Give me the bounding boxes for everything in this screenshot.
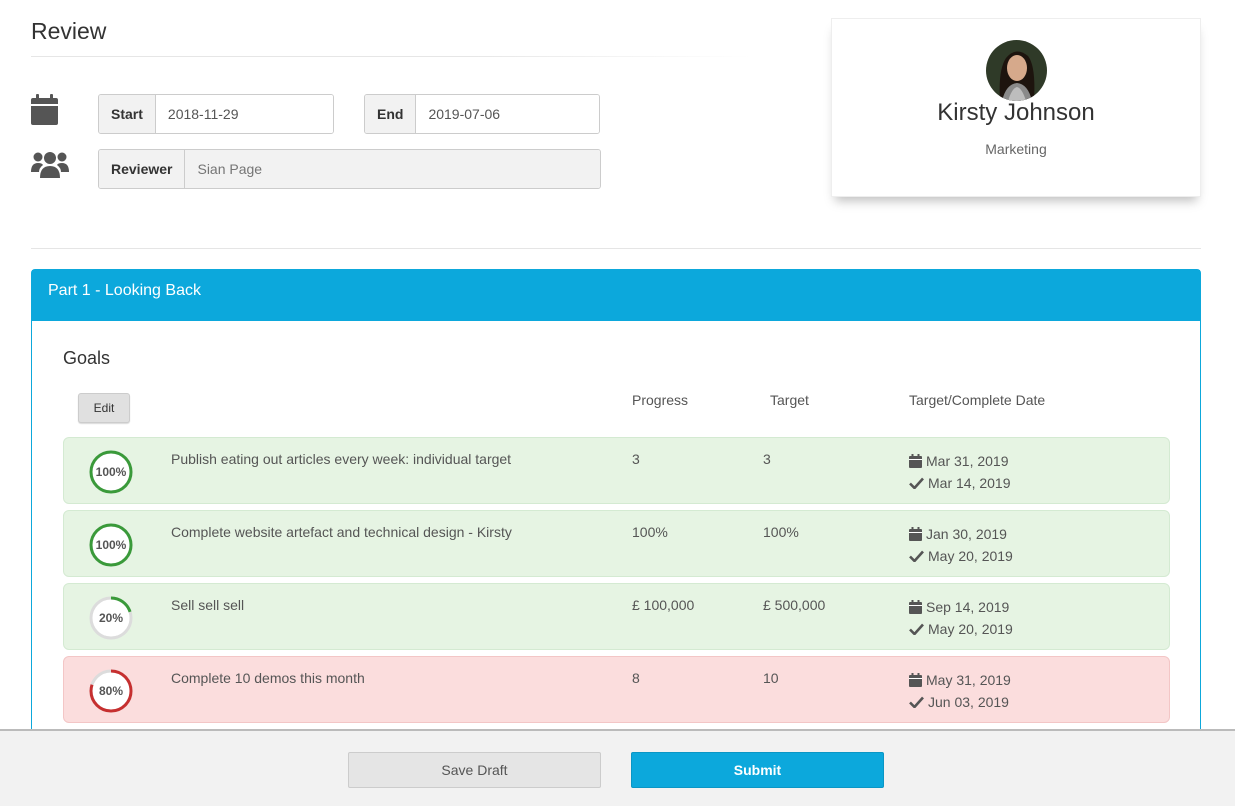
- target-date: Mar 31, 2019: [926, 453, 1009, 469]
- looking-back-panel: Part 1 - Looking Back Goals Edit Progres…: [31, 269, 1201, 806]
- goal-row[interactable]: 80% Complete 10 demos this month 8 10 May 31…: [63, 656, 1170, 723]
- progress-column-header: Progress: [632, 392, 689, 408]
- page-title: Review: [31, 18, 107, 44]
- date-column-header: Target/Complete Date: [909, 392, 1046, 408]
- progress-percent: 80%: [98, 684, 124, 698]
- section-divider: [31, 248, 1201, 249]
- progress-percent: 20%: [98, 611, 124, 625]
- end-label: End: [365, 95, 417, 133]
- goal-progress: 100%: [632, 524, 668, 540]
- goal-row[interactable]: 20% Sell sell sell £ 100,000 £ 500,000 Sep 1…: [63, 583, 1170, 650]
- goal-target: 3: [763, 451, 771, 467]
- goal-name: Publish eating out articles every week: …: [171, 451, 512, 467]
- complete-date: May 20, 2019: [928, 548, 1013, 564]
- complete-date: Mar 14, 2019: [928, 475, 1011, 491]
- goal-name: Complete website artefact and technical …: [171, 524, 512, 540]
- save-draft-button[interactable]: Save Draft: [348, 752, 601, 788]
- goal-progress: 3: [632, 451, 640, 467]
- avatar: [986, 40, 1047, 101]
- goal-target: 100%: [763, 524, 799, 540]
- calendar-icon: [909, 600, 922, 614]
- panel-title: Part 1 - Looking Back: [32, 270, 1200, 321]
- goal-name: Sell sell sell: [171, 597, 245, 613]
- check-icon: [909, 696, 924, 708]
- reviewer-label: Reviewer: [99, 150, 186, 188]
- complete-date: May 20, 2019: [928, 621, 1013, 637]
- goal-row[interactable]: 100% Complete website artefact and techni…: [63, 510, 1170, 577]
- goal-row[interactable]: 100% Publish eating out articles every we…: [63, 437, 1170, 504]
- progress-percent: 100%: [95, 538, 127, 552]
- target-column-header: Target: [770, 392, 809, 408]
- goal-dates: Sep 14, 2019 May 20, 2019: [909, 596, 1013, 640]
- calendar-icon: [909, 673, 922, 687]
- progress-percent: 100%: [95, 465, 127, 479]
- check-icon: [909, 550, 924, 562]
- goal-dates: Mar 31, 2019 Mar 14, 2019: [909, 450, 1011, 494]
- footer-bar: Save Draft Submit: [0, 729, 1235, 806]
- users-icon: [31, 152, 69, 178]
- check-icon: [909, 623, 924, 635]
- reviewer-group: Reviewer: [98, 149, 601, 189]
- start-date-input[interactable]: [155, 95, 333, 133]
- end-date-group: End: [364, 94, 600, 134]
- edit-button[interactable]: Edit: [78, 393, 130, 423]
- calendar-icon: [31, 94, 58, 125]
- calendar-icon: [909, 454, 922, 468]
- profile-card: Kirsty Johnson Marketing: [831, 18, 1201, 197]
- target-date: Jan 30, 2019: [926, 526, 1007, 542]
- goal-target: £ 500,000: [763, 597, 826, 613]
- goal-name: Complete 10 demos this month: [171, 670, 365, 686]
- start-label: Start: [99, 95, 156, 133]
- target-date: Sep 14, 2019: [926, 599, 1010, 615]
- complete-date: Jun 03, 2019: [928, 694, 1009, 710]
- start-date-group: Start: [98, 94, 334, 134]
- goal-progress: £ 100,000: [632, 597, 695, 613]
- calendar-icon: [909, 527, 922, 541]
- profile-name: Kirsty Johnson: [937, 99, 1095, 126]
- check-icon: [909, 477, 924, 489]
- target-date: May 31, 2019: [926, 672, 1011, 688]
- goals-title: Goals: [63, 348, 111, 368]
- goal-dates: May 31, 2019 Jun 03, 2019: [909, 669, 1011, 713]
- goal-target: 10: [763, 670, 779, 686]
- title-divider: [31, 56, 751, 57]
- goal-progress: 8: [632, 670, 640, 686]
- end-date-input[interactable]: [416, 95, 599, 133]
- goal-dates: Jan 30, 2019 May 20, 2019: [909, 523, 1013, 567]
- reviewer-input[interactable]: [185, 150, 600, 188]
- profile-department: Marketing: [985, 141, 1047, 157]
- submit-button[interactable]: Submit: [631, 752, 884, 788]
